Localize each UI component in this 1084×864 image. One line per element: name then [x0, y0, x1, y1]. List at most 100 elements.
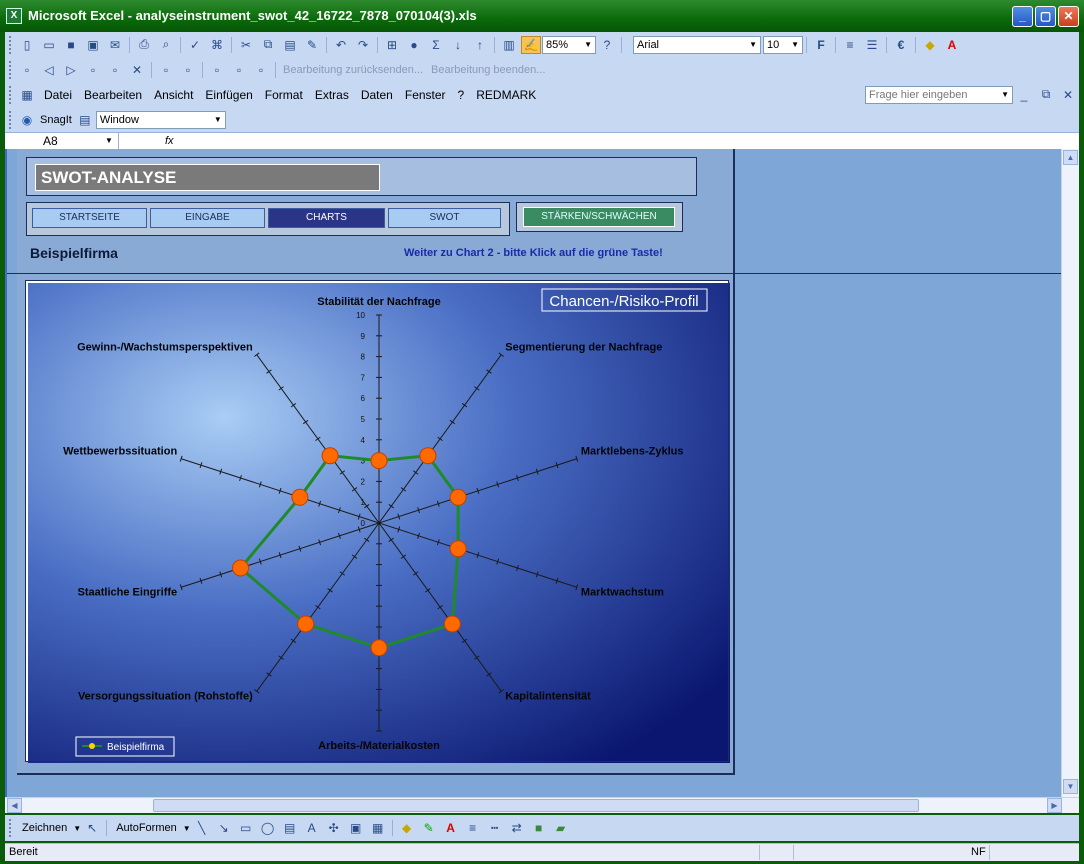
snagit-settings-icon[interactable]: ▤ [75, 111, 95, 129]
autoshapes-dropdown-icon[interactable]: ▼ [183, 824, 191, 833]
paste-icon[interactable]: ▤ [280, 36, 300, 54]
radar-chart-area[interactable]: 012345678910 Stabilität der NachfrageSeg… [26, 281, 728, 761]
wordart-icon[interactable]: A [302, 819, 322, 837]
series-beispielfirma-point[interactable] [322, 448, 338, 464]
scroll-down-icon[interactable]: ▼ [1063, 779, 1078, 794]
autoshapes-menu-button[interactable]: AutoFormen [110, 822, 183, 834]
print-preview-icon[interactable]: ⌕ [156, 36, 176, 54]
select-objects-icon[interactable]: ↖ [82, 819, 102, 837]
snagit-mode-select[interactable]: Window▼ [96, 111, 226, 129]
permission-icon[interactable]: ▣ [83, 36, 103, 54]
name-box-dropdown-icon[interactable]: ▼ [105, 133, 113, 149]
line-style-icon[interactable]: ≡ [463, 819, 483, 837]
picture-icon[interactable]: ▦ [368, 819, 388, 837]
3d-style-icon[interactable]: ▰ [551, 819, 571, 837]
delete-comment-icon[interactable]: ✕ [127, 61, 147, 79]
toolbar-grip[interactable] [9, 819, 13, 837]
rectangle-tool-icon[interactable]: ▭ [236, 819, 256, 837]
help-icon[interactable]: ? [597, 36, 617, 54]
series-beispielfirma-point[interactable] [298, 616, 314, 632]
close-button[interactable]: ✕ [1058, 6, 1079, 27]
name-box[interactable]: A8 [7, 133, 119, 149]
toolbar-grip[interactable] [9, 86, 13, 104]
scroll-right-icon[interactable]: ▶ [1047, 798, 1062, 813]
toolbar-grip[interactable] [9, 111, 13, 129]
oval-tool-icon[interactable]: ◯ [258, 819, 278, 837]
series-beispielfirma-point[interactable] [371, 453, 387, 469]
euro-button[interactable]: € [891, 36, 911, 54]
vertical-scrollbar[interactable]: ▲ ▼ [1061, 149, 1079, 797]
nav-swot-button[interactable]: SWOT [388, 208, 501, 228]
arrow-tool-icon[interactable]: ↘ [214, 819, 234, 837]
sort-ascending-icon[interactable]: ↓ [448, 36, 468, 54]
align-center-icon[interactable]: ☰ [862, 36, 882, 54]
menu-daten[interactable]: Daten [355, 88, 399, 102]
font-size-select[interactable]: 10▼ [763, 36, 803, 54]
menu-bearbeiten[interactable]: Bearbeiten [78, 88, 148, 102]
series-beispielfirma-point[interactable] [292, 489, 308, 505]
clipart-icon[interactable]: ▣ [346, 819, 366, 837]
menu-redmark[interactable]: REDMARK [470, 88, 542, 102]
diagram-icon[interactable]: ✣ [324, 819, 344, 837]
menu-extras[interactable]: Extras [309, 88, 355, 102]
font-color-draw-icon[interactable]: A [441, 819, 461, 837]
reply-with-changes-button[interactable]: Bearbeitung zurücksenden... [279, 64, 427, 76]
font-select[interactable]: Arial▼ [633, 36, 761, 54]
arrow-style-icon[interactable]: ⇄ [507, 819, 527, 837]
shadow-style-icon[interactable]: ■ [529, 819, 549, 837]
series-beispielfirma-point[interactable] [420, 448, 436, 464]
copy-icon[interactable]: ⧉ [258, 36, 278, 54]
menu-fenster[interactable]: Fenster [399, 88, 452, 102]
mail-recipient-icon[interactable]: ▫ [251, 61, 271, 79]
new-comment-icon[interactable]: ▫ [17, 61, 37, 79]
close-workbook-icon[interactable]: ✕ [1058, 86, 1078, 104]
email-icon[interactable]: ✉ [105, 36, 125, 54]
fill-color-draw-icon[interactable]: ◆ [397, 819, 417, 837]
fill-color-icon[interactable]: ◆ [920, 36, 940, 54]
menu-format[interactable]: Format [259, 88, 309, 102]
sharepoint-icon[interactable]: ● [404, 36, 424, 54]
series-beispielfirma-point[interactable] [371, 640, 387, 656]
cut-icon[interactable]: ✂ [236, 36, 256, 54]
spelling-icon[interactable]: ✓ [185, 36, 205, 54]
snagit-capture-button[interactable]: SnagIt [38, 114, 74, 126]
chart-wizard-icon[interactable]: ▥ [499, 36, 519, 54]
end-review-button[interactable]: Bearbeitung beenden... [427, 64, 549, 76]
toolbar-grip[interactable] [9, 61, 13, 79]
scroll-up-icon[interactable]: ▲ [1063, 150, 1078, 165]
line-tool-icon[interactable]: ╲ [192, 819, 212, 837]
menu-einfuegen[interactable]: Einfügen [199, 88, 258, 102]
scroll-left-icon[interactable]: ◀ [7, 798, 22, 813]
reviewing-pane-icon[interactable]: ▫ [229, 61, 249, 79]
save-icon[interactable]: ■ [61, 36, 81, 54]
function-icon[interactable]: fx [165, 133, 174, 149]
new-icon[interactable]: ▯ [17, 36, 37, 54]
prev-comment-icon[interactable]: ◁ [39, 61, 59, 79]
snagit-icon[interactable]: ◉ [17, 111, 37, 129]
format-painter-icon[interactable]: ✎ [302, 36, 322, 54]
drawing-toggle-icon[interactable]: ✍ [521, 36, 541, 54]
open-icon[interactable]: ▭ [39, 36, 59, 54]
menu-ansicht[interactable]: Ansicht [148, 88, 199, 102]
undo-icon[interactable]: ↶ [331, 36, 351, 54]
draw-menu-button[interactable]: Zeichnen [16, 822, 73, 834]
workbook-icon[interactable]: ▦ [17, 86, 37, 104]
line-color-icon[interactable]: ✎ [419, 819, 439, 837]
toolbar-grip[interactable] [9, 36, 13, 54]
maximize-button[interactable]: ▢ [1035, 6, 1056, 27]
menu-datei[interactable]: Datei [38, 88, 78, 102]
zoom-select[interactable]: 85%▼ [542, 36, 596, 54]
nav-eingabe-button[interactable]: EINGABE [150, 208, 265, 228]
restore-workbook-icon[interactable]: ⧉ [1036, 86, 1056, 104]
menu-help[interactable]: ? [452, 88, 471, 102]
textbox-tool-icon[interactable]: ▤ [280, 819, 300, 837]
show-comment-icon[interactable]: ▫ [83, 61, 103, 79]
series-beispielfirma-point[interactable] [450, 489, 466, 505]
bold-button[interactable]: F [811, 36, 831, 54]
print-icon[interactable]: ⎙ [134, 36, 154, 54]
nav-charts-button[interactable]: CHARTS [268, 208, 385, 228]
series-beispielfirma-point[interactable] [444, 616, 460, 632]
dash-style-icon[interactable]: ┅ [485, 819, 505, 837]
reject-icon[interactable]: ▫ [178, 61, 198, 79]
ink-annotations-icon[interactable]: ▫ [207, 61, 227, 79]
